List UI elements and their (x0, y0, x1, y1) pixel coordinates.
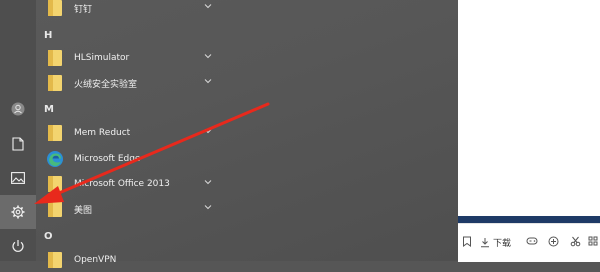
folder-icon (48, 50, 62, 66)
group-letter-m[interactable]: M (44, 104, 54, 115)
user-icon (11, 102, 25, 116)
app-label: 火绒安全实验室 (74, 79, 138, 90)
power-button[interactable] (0, 229, 36, 263)
bookmark-button[interactable] (462, 236, 472, 247)
app-item-huorong-lab[interactable]: 火绒安全实验室 (44, 71, 220, 95)
app-item-hlsimulator[interactable]: HLSimulator (44, 46, 220, 70)
scissors-icon (570, 236, 581, 247)
screenshot-button[interactable] (570, 236, 581, 247)
window-bottom-bar (458, 216, 600, 223)
chevron-down-icon (204, 54, 212, 59)
more-button[interactable] (588, 236, 598, 246)
app-item-openvpn[interactable]: OpenVPN (44, 248, 220, 272)
app-item-dingtalk[interactable]: 钉钉 (44, 0, 220, 20)
pictures-button[interactable] (0, 161, 36, 195)
app-list: 钉钉 H HLSimulator 火绒安全实验室 M Mem Reduct Mi… (36, 0, 222, 268)
folder-icon (48, 176, 62, 192)
folder-icon (48, 252, 62, 268)
settings-button[interactable] (0, 195, 36, 229)
app-item-meitu[interactable]: 美图 (44, 197, 220, 221)
app-item-microsoft-edge[interactable]: Microsoft Edge (44, 147, 220, 171)
folder-icon (48, 0, 62, 16)
chevron-down-icon (204, 4, 212, 9)
bookmark-icon (463, 236, 471, 247)
extension-icon (548, 236, 559, 247)
folder-icon (48, 75, 62, 91)
folder-icon (48, 201, 62, 217)
chevron-down-icon (204, 205, 212, 210)
app-label: OpenVPN (74, 255, 117, 265)
app-label: 美图 (74, 205, 93, 216)
download-label: 下载 (493, 239, 512, 249)
app-item-mem-reduct[interactable]: Mem Reduct (44, 121, 220, 145)
documents-button[interactable] (0, 127, 36, 161)
group-letter-o[interactable]: O (44, 231, 53, 242)
chevron-down-icon (204, 129, 212, 134)
extension-button[interactable] (548, 236, 559, 247)
start-menu-rail (0, 0, 36, 261)
pictures-icon (11, 172, 25, 184)
download-button[interactable]: 下载 (480, 236, 511, 249)
gamepad-icon (526, 237, 538, 245)
group-letter-h[interactable]: H (44, 30, 52, 41)
chevron-down-icon (204, 79, 212, 84)
grid-icon (588, 236, 598, 246)
settings-gear-icon (11, 205, 25, 219)
game-button[interactable] (526, 236, 538, 246)
app-label: HLSimulator (74, 53, 130, 63)
download-icon (481, 238, 489, 248)
chevron-down-icon (204, 180, 212, 185)
app-label: Microsoft Edge (74, 154, 141, 164)
window-toolbar: 下载 (458, 223, 600, 262)
power-icon (12, 240, 24, 252)
app-label: 钉钉 (74, 4, 93, 15)
app-label: Microsoft Office 2013 (74, 179, 170, 189)
app-label: Mem Reduct (74, 128, 131, 138)
user-account-button[interactable] (0, 92, 36, 126)
folder-icon (48, 125, 62, 141)
start-menu: 钉钉 H HLSimulator 火绒安全实验室 M Mem Reduct Mi… (0, 0, 458, 268)
edge-icon (47, 151, 63, 167)
document-icon (12, 137, 24, 151)
app-item-office-2013[interactable]: Microsoft Office 2013 (44, 172, 220, 196)
background-window (458, 0, 600, 216)
